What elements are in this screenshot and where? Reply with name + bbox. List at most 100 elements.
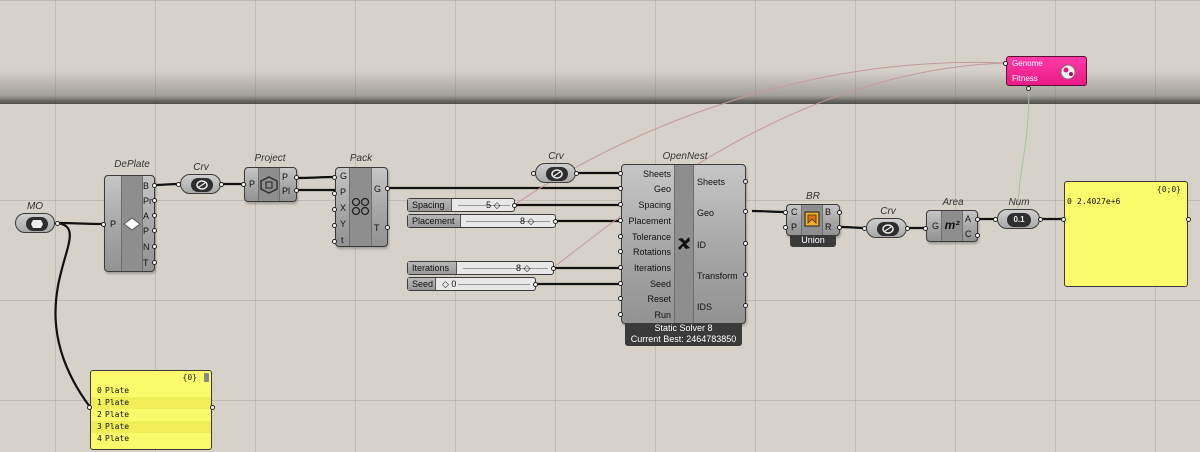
list-item-value: Plate [105,434,130,443]
crv3-input-port[interactable] [862,226,867,231]
opennest-component[interactable]: Sheets Geo Spacing Placement Tolerance R… [621,164,746,324]
crv3-output-port[interactable] [905,226,910,231]
crv3-param[interactable] [866,218,907,238]
opennest-port-in-run[interactable] [618,312,623,317]
galapagos-port-genome[interactable] [1003,61,1008,66]
seed-slider-track [458,284,530,285]
area-nickname: Area [942,197,964,208]
area-component[interactable]: G m² A C [926,210,978,242]
deplate-component[interactable]: P B Pr A P N T [104,175,155,272]
galapagos-component[interactable]: Genome Fitness [1006,56,1087,86]
opennest-port-in-spacing[interactable] [618,202,623,207]
iterations-output-port[interactable] [551,266,556,271]
wire-genome-spacing [513,61,1006,206]
br-port-in-p[interactable] [783,225,788,230]
seed-slider[interactable]: Seed ◇ 0 [407,277,536,291]
opennest-port-in-rotations[interactable] [618,249,623,254]
spacing-output-port[interactable] [512,203,517,208]
opennest-port-out-transform[interactable] [743,272,748,277]
project-icon [260,176,278,194]
opennest-port-out-id[interactable] [743,241,748,246]
project-port-pl[interactable] [294,188,299,193]
plates-panel-scrollbar[interactable] [204,373,209,382]
pack-component[interactable]: G P X Y t G T [335,167,388,247]
iterations-slider-value[interactable]: 8 ◇ [516,262,530,274]
crv1-input-port[interactable] [176,182,181,187]
deplate-output-pr: Pr [143,196,152,206]
br-port-out-r[interactable] [837,225,842,230]
plates-panel-input-port[interactable] [87,405,92,410]
spacing-slider[interactable]: Spacing 5 ◇ [407,198,515,212]
plates-panel[interactable]: {0} 0 Plate 1 Plate 2 Plate 3 Plate 4 Pl… [90,370,212,450]
deplate-port-b[interactable] [152,183,157,188]
pack-input-p: P [340,187,347,197]
pack-port-in-p[interactable] [332,191,337,196]
deplate-port-p[interactable] [152,228,157,233]
pack-nickname: Pack [349,153,373,164]
num-input-port[interactable] [993,217,998,222]
plates-panel-output-port[interactable] [210,405,215,410]
opennest-port-in-iterations[interactable] [618,265,623,270]
galapagos-port-fitness[interactable] [1026,86,1031,91]
pack-input-t: t [341,235,344,245]
br-input-p: P [791,222,798,232]
opennest-port-in-geo[interactable] [618,186,623,191]
pack-port-in-g[interactable] [332,175,337,180]
seed-slider-value[interactable]: ◇ 0 [442,278,456,290]
deplate-port-n[interactable] [152,244,157,249]
placement-output-port[interactable] [553,219,558,224]
opennest-port-in-tolerance[interactable] [618,234,623,239]
pack-port-in-t[interactable] [332,239,337,244]
crv2-nickname: Crv [548,151,564,162]
deplate-port-t[interactable] [152,260,157,265]
opennest-port-in-sheets[interactable] [618,171,623,176]
br-port-in-c[interactable] [783,210,788,215]
result-panel-output-port[interactable] [1186,217,1191,222]
crv2-output-port[interactable] [574,171,579,176]
result-panel-input-port[interactable] [1061,217,1066,222]
opennest-port-out-geo[interactable] [743,209,748,214]
br-port-out-b[interactable] [837,210,842,215]
opennest-port-out-ids[interactable] [743,303,748,308]
opennest-port-in-placement[interactable] [618,218,623,223]
iterations-slider[interactable]: Iterations 8 ◇ [407,261,554,275]
crv2-param[interactable] [535,163,576,183]
opennest-port-out-sheets[interactable] [743,179,748,184]
opennest-port-in-reset[interactable] [618,296,623,301]
crv1-output-port[interactable] [219,182,224,187]
result-panel[interactable]: {0;0} 0 2.4027e+6 [1064,181,1188,287]
project-component[interactable]: P P Pl [244,167,297,202]
mo-output-port[interactable] [55,221,60,226]
project-port-p[interactable] [294,175,299,180]
mo-param[interactable] [15,213,55,233]
deplate-port-a[interactable] [152,213,157,218]
pack-port-out-t[interactable] [385,225,390,230]
area-port-out-c[interactable] [975,233,980,238]
opennest-port-in-seed[interactable] [618,281,623,286]
deplate-output-n: N [143,242,150,252]
opennest-leaf-icon [678,237,690,250]
pack-port-out-g[interactable] [385,186,390,191]
deplate-output-b: B [143,181,150,191]
area-port-in-g[interactable] [923,226,928,231]
placement-slider[interactable]: Placement 8 ◇ [407,214,556,228]
num-output-port[interactable] [1038,217,1043,222]
deplate-input-port[interactable] [101,222,106,227]
num-param[interactable]: 0.1 [997,209,1040,229]
num-nickname: Num [1008,197,1030,208]
deplate-port-pr[interactable] [152,198,157,203]
area-port-out-a[interactable] [975,217,980,222]
pack-port-in-x[interactable] [332,207,337,212]
deplate-diamond-icon [123,217,141,231]
crv2-input-port[interactable] [531,171,536,176]
pack-port-in-y[interactable] [332,223,337,228]
project-input-port[interactable] [241,182,246,187]
opennest-input-sheets: Sheets [642,169,671,179]
br-component[interactable]: C P B R [786,204,840,236]
spacing-slider-value[interactable]: 5 ◇ [486,199,500,211]
crv1-param[interactable] [180,174,221,194]
grasshopper-canvas[interactable]: MO DePlate P B Pr A P N T Crv Project P [0,0,1200,452]
list-item-value: Plate [105,410,130,419]
placement-slider-value[interactable]: 8 ◇ [520,215,534,227]
seed-output-port[interactable] [533,282,538,287]
